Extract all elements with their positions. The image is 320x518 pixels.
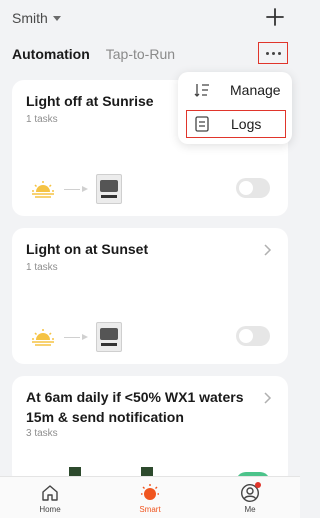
more-dot-icon (265, 51, 269, 55)
notification-dot (255, 482, 261, 488)
tab-tap-to-run[interactable]: Tap-to-Run (106, 46, 175, 62)
tab-automation[interactable]: Automation (12, 46, 90, 62)
device-thumbnail (96, 322, 122, 352)
sort-list-icon (194, 84, 209, 97)
automation-title: Light on at Sunset (26, 241, 149, 257)
menu-item-label: Manage (230, 82, 281, 98)
tab-smart[interactable]: Smart (120, 483, 180, 514)
home-selector[interactable]: Smith (12, 10, 61, 26)
more-dot-icon (271, 51, 275, 55)
tab-label: Me (244, 505, 256, 514)
bottom-tab-bar: Home Smart Me (0, 476, 300, 518)
flow-arrow-icon (64, 186, 88, 192)
menu-item-label: Logs (231, 116, 262, 132)
smart-sun-icon (141, 484, 159, 500)
tab-label: Home (39, 505, 61, 514)
automation-task-count: 3 tasks (26, 428, 58, 439)
tab-me[interactable]: Me (220, 482, 280, 514)
automation-title: At 6am daily if <50% WX1 waters 15m & se… (26, 389, 244, 425)
automation-card[interactable]: At 6am daily if <50% WX1 waters 15m & se… (12, 376, 288, 486)
more-dot-icon (277, 51, 281, 55)
automation-task-count: 1 tasks (26, 114, 58, 125)
menu-item-manage[interactable]: Manage (186, 76, 286, 104)
automation-flow (30, 322, 122, 352)
automation-toggle[interactable] (236, 178, 270, 198)
tab-home[interactable]: Home (20, 483, 80, 514)
scene-tabs: Automation Tap-to-Run (12, 46, 175, 62)
home-icon (42, 485, 58, 501)
flow-arrow-icon (64, 334, 88, 340)
tab-label: Smart (139, 505, 161, 514)
sunset-icon (32, 329, 54, 346)
more-options-button[interactable] (258, 42, 288, 64)
chevron-right-icon (264, 244, 272, 256)
menu-item-logs[interactable]: Logs (186, 110, 286, 138)
chevron-down-icon (52, 16, 61, 21)
log-document-icon (195, 116, 209, 132)
sunrise-icon (32, 181, 54, 198)
automation-card[interactable]: Light on at Sunset 1 tasks (12, 228, 288, 364)
add-icon[interactable] (264, 6, 286, 28)
home-name: Smith (12, 10, 48, 26)
device-thumbnail (96, 174, 122, 204)
chevron-right-icon (264, 392, 272, 404)
automation-flow (30, 174, 122, 204)
automation-task-count: 1 tasks (26, 262, 58, 273)
automation-toggle[interactable] (236, 326, 270, 346)
profile-icon (240, 482, 261, 503)
options-menu: Manage Logs (178, 72, 292, 144)
